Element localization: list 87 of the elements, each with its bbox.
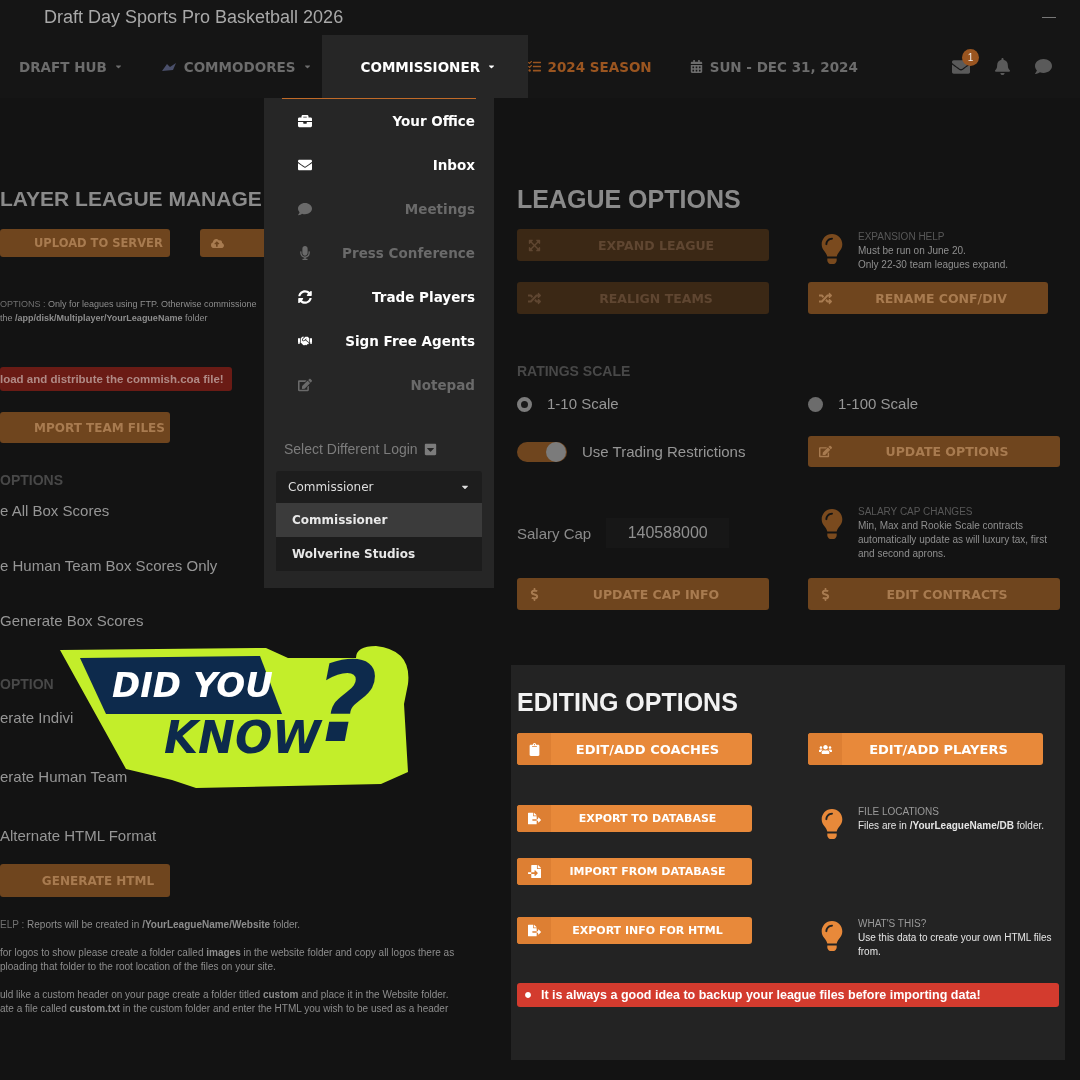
microphone-icon [298,246,312,260]
handshake-icon [298,334,312,348]
help-text: uld like a custom header on your page create a folder titled custom and place it in the Website folder. ate a file called custom.txt in the custom folder and enter the HTML you wish to be used as a header [0,988,449,1016]
clipboard-icon [527,742,541,756]
nav-menu-item[interactable]: COMMODORES [160,35,312,98]
nav-menu-item[interactable]: SUN - DEC 31, 2024 [689,35,858,98]
tip-text: FILE LOCATIONS Files are in /YourLeagueName/DB folder. [858,805,1044,833]
toggle-switch[interactable] [517,441,567,462]
login-label: Select Different Login [284,441,418,457]
radio-label: 1-100 Scale [838,394,919,414]
menu-item[interactable]: Your Office [276,99,482,143]
calendar-icon [689,60,703,73]
action-button[interactable]: UPLOAD TO SERVER [0,229,170,257]
speech-bubble-icon [298,202,312,216]
nav-menu-item[interactable]: DRAFT HUB [19,35,123,98]
action-button[interactable]: EXPORT INFO FOR HTML [517,917,752,944]
alert-banner: It is always a good idea to backup your league files before importing data! [517,983,1059,1007]
lightbulb-icon [820,921,844,951]
bell-icon[interactable] [994,58,1011,75]
action-button[interactable]: UPDATE CAP INFO [517,578,769,610]
users-icon [818,742,832,756]
radio-button[interactable] [808,396,823,412]
notification-badge: 1 [962,48,979,66]
action-button[interactable]: EDIT CONTRACTS [808,578,1060,610]
option-label: erate Human Team [0,767,128,787]
action-button[interactable]: EDIT/ADD COACHES [517,733,752,765]
action-button[interactable]: UPDATE OPTIONS [808,436,1060,467]
nav-menu-item[interactable]: COMMISSIONER [321,35,528,98]
lightbulb-icon [820,509,844,539]
tip-text: SALARY CAP CHANGES Min, Max and Rookie Scale contracts automatically update as will luxury tax, first and second aprons. [858,505,1047,561]
list-icon [527,60,541,73]
briefcase-icon [298,114,312,128]
edit-icon [298,378,312,392]
shuffle-icon [527,291,541,305]
action-button[interactable]: IMPORT FROM DATABASE [517,858,752,885]
field-label: Salary Cap [517,524,592,542]
file-export-icon [527,924,541,937]
lightbulb-icon [820,809,844,839]
tip-text: EXPANSION HELP Must be run on June 20. Only 22-30 team leagues expand. [858,230,1009,272]
expand-arrows-icon [527,238,541,252]
option-label: e All Box Scores [0,501,110,521]
shuffle-icon [818,291,832,305]
login-select[interactable]: Commissioner [276,471,482,503]
menu-item[interactable]: Trade Players [276,275,482,319]
bullet-icon [525,992,531,998]
toggle-label: Use Trading Restrictions [582,441,746,462]
section-title: LEAGUE OPTIONS [517,184,741,214]
action-button[interactable]: GENERATE HTML [0,864,170,897]
action-button[interactable]: EXPORT TO DATABASE [517,805,752,832]
section-title: EDITING OPTIONS [517,687,739,717]
caret-icon[interactable] [423,442,437,456]
cloud-icon [210,236,224,250]
help-text: for logos to show please create a folder called images in the website folder and copy all logos there as ploading that folder to the root location of the files on your site. [0,946,455,974]
radio-button[interactable] [517,396,532,412]
edit-icon [818,445,832,458]
envelope-icon[interactable] [952,57,970,76]
nav-menu-item[interactable]: 2024 SEASON [527,35,652,98]
caret-icon [113,62,123,71]
team-logo-icon [160,61,177,72]
help-text: ELP : Reports will be created in /YourLeagueName/Website folder. [0,918,301,932]
sticker-text: DID YOU [112,668,273,702]
radio-label: 1-10 Scale [547,394,619,414]
caret-icon [487,62,497,71]
sync-icon [298,290,312,304]
chat-icon[interactable] [1035,58,1052,75]
tip-text: WHAT'S THIS? Use this data to create your own HTML files from. [858,917,1052,959]
option-label: erate Indivi [0,708,74,728]
select-option[interactable]: Commissioner [276,503,482,537]
alert-banner: load and distribute the commish.coa file! [0,367,232,391]
option-label: Generate Box Scores [0,611,144,631]
action-button[interactable]: MPORT TEAM FILES [0,412,170,443]
section-title: LAYER LEAGUE MANAGE [0,186,262,212]
option-label: Alternate HTML Format [0,826,157,846]
menu-item[interactable]: Inbox [276,143,482,187]
envelope-icon [298,158,312,172]
salary-cap-field[interactable]: 140588000 [606,518,730,548]
action-button[interactable]: EDIT/ADD PLAYERS [808,733,1043,765]
caret-icon [302,62,312,71]
file-import-icon [527,865,541,878]
file-export-icon [527,812,541,825]
option-label: e Human Team Box Scores Only [0,556,218,576]
menu-item[interactable]: Sign Free Agents [276,319,482,363]
lightbulb-icon [820,234,844,264]
window-title: Draft Day Sports Pro Basketball 2026 [44,7,344,28]
select-option[interactable]: Wolverine Studios [276,537,482,571]
ftp-note: OPTIONS : Only for leagues using FTP. Otherwise commissione the /app/disk/Multiplayer/YourLeagueName folder [0,298,257,325]
action-button[interactable]: RENAME CONF/DIV [808,282,1048,314]
